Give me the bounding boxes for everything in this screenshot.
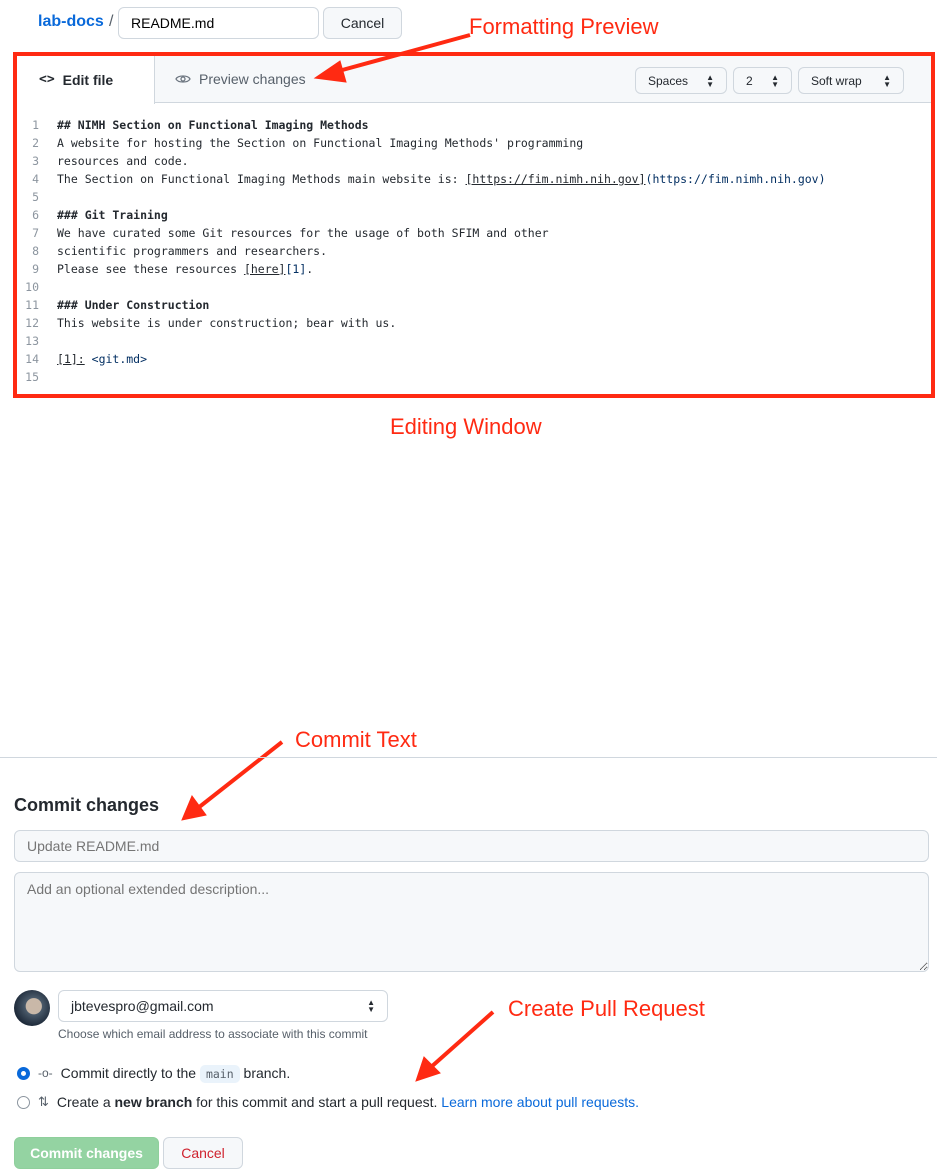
git-commit-icon: -o- [38, 1066, 53, 1080]
arrowhead-icon [313, 60, 347, 83]
arrow-icon [428, 1010, 495, 1070]
annotation-editing-window: Editing Window [390, 414, 542, 439]
arrow-icon [334, 33, 471, 74]
annotation-formatting-preview: Formatting Preview [469, 14, 659, 39]
commit-description-textarea[interactable] [14, 872, 929, 972]
learn-more-link[interactable]: Learn more about pull requests. [441, 1094, 639, 1110]
radio-commit-directly[interactable] [17, 1066, 30, 1080]
email-hint: Choose which email address to associate … [58, 1027, 368, 1041]
branch-name: main [199, 1065, 240, 1083]
option-new-branch[interactable]: ⇅ Create a new branch for this commit an… [17, 1094, 639, 1110]
arrowhead-icon [181, 794, 207, 821]
divider [0, 757, 937, 758]
radio-new-branch[interactable] [17, 1095, 30, 1109]
email-select[interactable]: jbtevespro@gmail.com ▲ ▼ [58, 990, 388, 1022]
annotation-commit-text: Commit Text [295, 727, 417, 752]
select-arrows-icon: ▲ ▼ [367, 998, 375, 1014]
annotation-create-pull-request: Create Pull Request [508, 996, 705, 1021]
option-commit-directly[interactable]: -o- Commit directly to the main branch. [17, 1065, 291, 1083]
cancel-button[interactable]: Cancel [163, 1137, 243, 1169]
commit-changes-button[interactable]: Commit changes [14, 1137, 159, 1169]
pull-request-icon: ⇅ [38, 1094, 49, 1109]
commit-summary-input[interactable] [14, 830, 929, 862]
select-value: jbtevespro@gmail.com [71, 998, 214, 1014]
arrow-icon [196, 740, 284, 810]
option-label: Commit directly to the main branch. [60, 1065, 291, 1083]
option-label: Create a new branch for this commit and … [56, 1094, 639, 1110]
avatar [14, 990, 50, 1026]
commit-heading: Commit changes [14, 795, 160, 815]
